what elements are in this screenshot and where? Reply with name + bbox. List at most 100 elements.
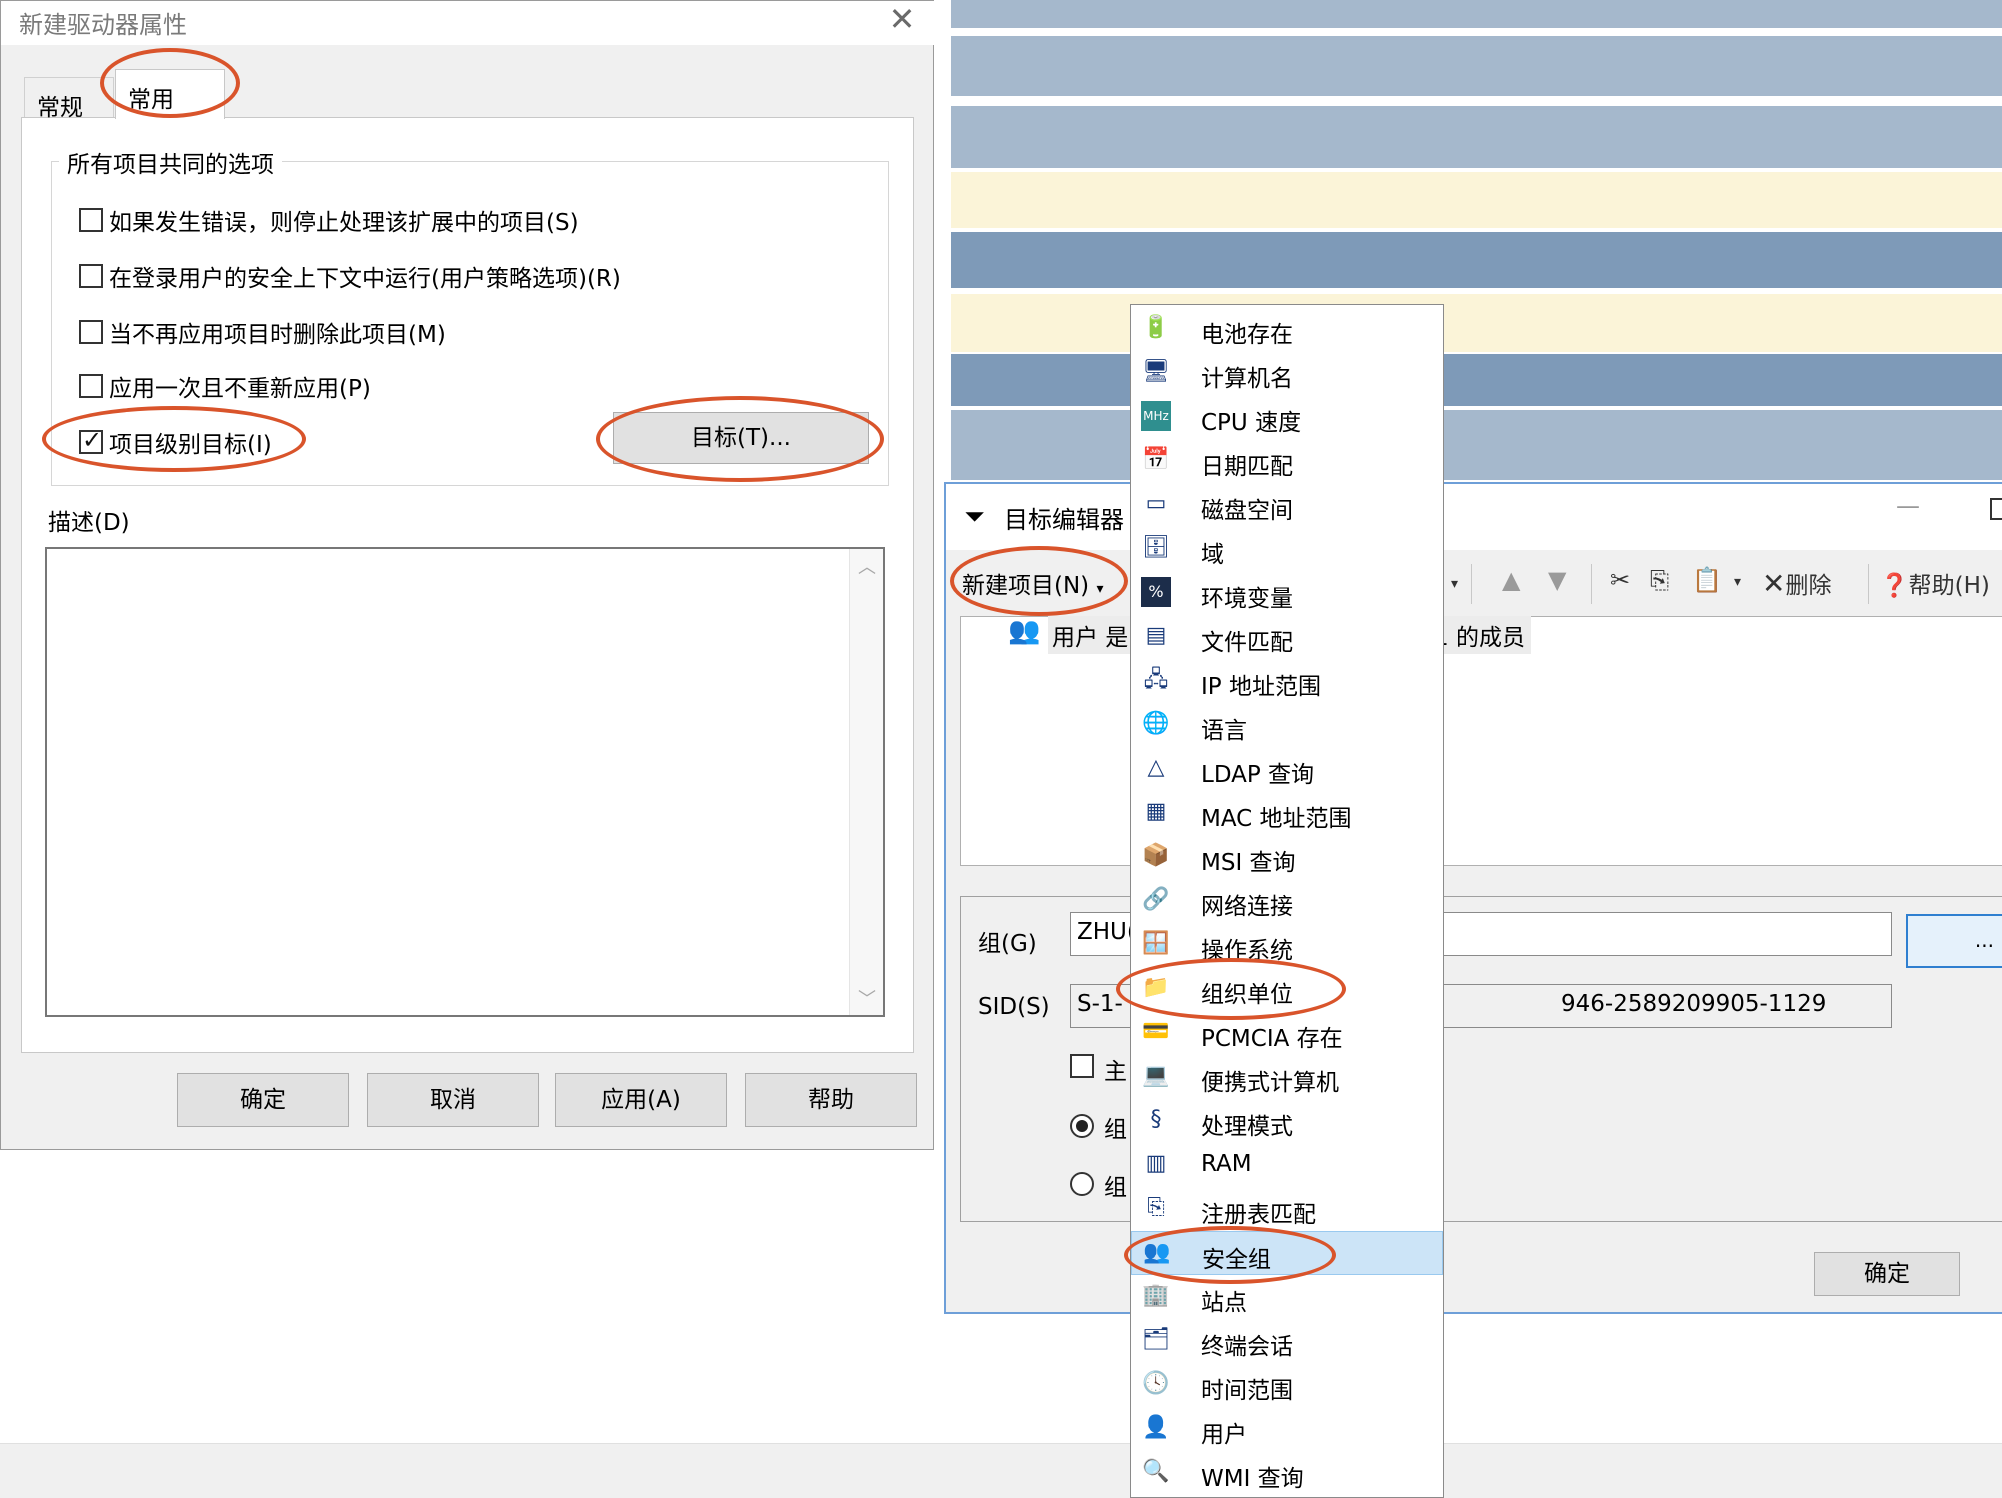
- menu-item[interactable]: 🔗 网络连接: [1131, 879, 1443, 923]
- menu-item-label: 组织单位: [1201, 982, 1293, 1008]
- move-up-icon[interactable]: ▲: [1502, 566, 1520, 594]
- help-button[interactable]: 帮助: [745, 1073, 917, 1127]
- calendar-icon: 📅: [1142, 447, 1170, 472]
- checkbox[interactable]: [79, 374, 103, 398]
- bg-stripe: [951, 354, 2002, 406]
- minimize-icon[interactable]: —: [1896, 492, 1920, 520]
- menu-item[interactable]: ▥ RAM: [1131, 1143, 1443, 1187]
- menu-item[interactable]: MHz CPU 速度: [1131, 395, 1443, 439]
- menu-item[interactable]: 🌐 语言: [1131, 703, 1443, 747]
- new-item-menu: 🔋 电池存在 🖥 计算机名 MHz CPU 速度 📅 日期匹配 ▭ 磁盘空间 🗄 域% 环境变量 ▤ 文件匹…: [1130, 304, 1444, 1498]
- ok-button[interactable]: 确定: [177, 1073, 349, 1127]
- clock-icon: 🕓: [1142, 1371, 1170, 1396]
- checkbox[interactable]: [79, 264, 103, 288]
- pcmcia-icon: 💳: [1142, 1019, 1170, 1044]
- menu-item-label: MAC 地址范围: [1201, 806, 1352, 832]
- targeting-item-text[interactable]: 用户 是: [1048, 616, 1133, 654]
- menu-item-label: 处理模式: [1201, 1114, 1293, 1140]
- cut-icon[interactable]: ✂: [1610, 566, 1630, 594]
- menu-item-label: 磁盘空间: [1201, 498, 1293, 524]
- menu-item[interactable]: 🪟 操作系统: [1131, 923, 1443, 967]
- menu-item-label: WMI 查询: [1201, 1466, 1304, 1492]
- menu-item[interactable]: 👤 用户: [1131, 1407, 1443, 1451]
- menu-item[interactable]: 🔋 电池存在: [1131, 307, 1443, 351]
- copy-icon[interactable]: ⎘: [1650, 566, 1669, 594]
- menu-item[interactable]: 🏢 站点: [1131, 1275, 1443, 1319]
- targeting-button[interactable]: 目标(T)...: [613, 412, 869, 464]
- move-down-icon[interactable]: ▼: [1548, 566, 1566, 594]
- chevron-down-icon: ▾: [1451, 576, 1459, 592]
- target-editor-window: ⏷ 目标编辑器 — 新建项目(N) ▾ ) ▾ ▲ ▼ ✂ ⎘ 📋 ▾ ✕删除 …: [944, 482, 2002, 1314]
- tab-common[interactable]: 常用: [115, 69, 225, 119]
- browse-button[interactable]: ...: [1906, 914, 2002, 968]
- primary-group-checkbox[interactable]: [1070, 1054, 1094, 1078]
- maximize-icon[interactable]: [1990, 498, 2002, 520]
- menu-item[interactable]: 💻 便携式计算机: [1131, 1055, 1443, 1099]
- help-menu-button[interactable]: ❓帮助(H): [1880, 566, 1990, 600]
- apply-button[interactable]: 应用(A): [555, 1073, 727, 1127]
- msi-icon: 📦: [1142, 843, 1170, 868]
- menu-item[interactable]: ▦ MAC 地址范围: [1131, 791, 1443, 835]
- scroll-up-icon[interactable]: ︿: [858, 553, 876, 579]
- window-title: 目标编辑器: [1004, 506, 1124, 534]
- menu-item[interactable]: 💳 PCMCIA 存在: [1131, 1011, 1443, 1055]
- site-icon: 🏢: [1142, 1283, 1170, 1308]
- menu-item[interactable]: 🗄 域: [1131, 527, 1443, 571]
- option-item-level-targeting[interactable]: 项目级别目标(I): [79, 425, 272, 459]
- option-run-in-user-context[interactable]: 在登录用户的安全上下文中运行(用户策略选项)(R): [79, 259, 621, 293]
- help-icon: ❓: [1880, 573, 1909, 599]
- checkbox[interactable]: [79, 320, 103, 344]
- new-item-label: 新建项目(N): [962, 573, 1090, 599]
- primary-group-label: 主: [1104, 1059, 1127, 1085]
- cancel-button[interactable]: 取消: [367, 1073, 539, 1127]
- menu-item[interactable]: 📅 日期匹配: [1131, 439, 1443, 483]
- dialog-title: 新建驱动器属性: [19, 11, 187, 39]
- wmi-icon: 🔍: [1142, 1459, 1170, 1484]
- editor-ok-button[interactable]: 确定: [1814, 1252, 1960, 1296]
- separator: [1591, 564, 1592, 604]
- group-membership-radio[interactable]: [1070, 1114, 1094, 1138]
- paste-icon[interactable]: 📋: [1692, 566, 1722, 594]
- menu-item[interactable]: ▤ 文件匹配: [1131, 615, 1443, 659]
- menu-item[interactable]: % 环境变量: [1131, 571, 1443, 615]
- menu-item[interactable]: 📦 MSI 查询: [1131, 835, 1443, 879]
- separator: [1471, 564, 1472, 604]
- menu-item[interactable]: △ LDAP 查询: [1131, 747, 1443, 791]
- option-stop-on-error[interactable]: 如果发生错误，则停止处理该扩展中的项目(S): [79, 203, 579, 237]
- menu-item[interactable]: ▭ 磁盘空间: [1131, 483, 1443, 527]
- checkbox-checked[interactable]: [79, 426, 103, 454]
- tab-general[interactable]: 常规: [24, 77, 114, 121]
- option-apply-once[interactable]: 应用一次且不重新应用(P): [79, 369, 371, 403]
- checkbox[interactable]: [79, 208, 103, 232]
- menu-item[interactable]: 🗂 终端会话: [1131, 1319, 1443, 1363]
- menu-item[interactable]: § 处理模式: [1131, 1099, 1443, 1143]
- menu-item[interactable]: ⎘ 注册表匹配: [1131, 1187, 1443, 1231]
- option-remove-when-not-applied[interactable]: 当不再应用项目时删除此项目(M): [79, 315, 446, 349]
- menu-item[interactable]: 🖥 计算机名: [1131, 351, 1443, 395]
- description-textarea[interactable]: ︿ ﹀: [45, 547, 885, 1017]
- chevron-down-icon[interactable]: ▾: [1734, 574, 1741, 590]
- group-membership-radio[interactable]: [1070, 1172, 1094, 1196]
- terminal-session-icon: 🗂: [1142, 1327, 1170, 1352]
- radio-label: 组: [1104, 1175, 1127, 1201]
- menu-item-label: 网络连接: [1201, 894, 1293, 920]
- new-item-button[interactable]: 新建项目(N) ▾: [962, 566, 1104, 600]
- menu-item[interactable]: 🕓 时间范围: [1131, 1363, 1443, 1407]
- menu-item-label: 终端会话: [1201, 1334, 1293, 1360]
- network-card-icon: ▦: [1145, 799, 1167, 824]
- ou-icon: 📁: [1142, 975, 1170, 1000]
- menu-item[interactable]: 🔍 WMI 查询: [1131, 1451, 1443, 1495]
- option-label: 当不再应用项目时删除此项目(M): [109, 322, 446, 348]
- menu-item[interactable]: 👥 安全组: [1131, 1231, 1443, 1275]
- registry-icon: ⎘: [1147, 1195, 1165, 1220]
- scrollbar[interactable]: ︿ ﹀: [849, 549, 883, 1015]
- menu-item[interactable]: 📁 组织单位: [1131, 967, 1443, 1011]
- menu-item[interactable]: 🖧 IP 地址范围: [1131, 659, 1443, 703]
- close-icon[interactable]: ✕: [886, 1, 918, 41]
- ram-icon: ▥: [1145, 1151, 1167, 1176]
- delete-button[interactable]: ✕删除: [1762, 566, 1831, 600]
- scroll-down-icon[interactable]: ﹀: [858, 985, 876, 1011]
- option-label: 项目级别目标(I): [109, 432, 272, 458]
- filter-icon: ⏷: [964, 502, 985, 532]
- laptop-icon: 💻: [1142, 1063, 1170, 1088]
